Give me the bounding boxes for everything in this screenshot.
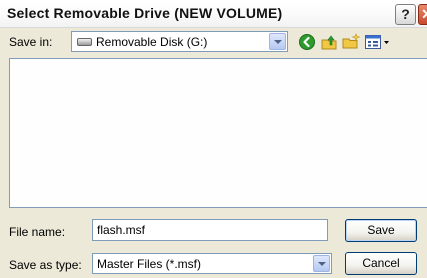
file-name-label: File name: [9,225,66,239]
back-icon[interactable] [298,33,316,51]
window-title: Select Removable Drive (NEW VOLUME) [7,5,283,21]
up-folder-icon[interactable] [320,33,338,51]
drive-icon [77,38,92,46]
save-in-label: Save in: [9,35,53,49]
help-button[interactable]: ? [395,4,416,25]
save-as-type-label: Save as type: [9,258,82,272]
save-in-dropdown[interactable]: Removable Disk (G:) [71,31,288,52]
new-folder-icon[interactable] [342,33,361,51]
chevron-down-icon[interactable] [313,255,330,272]
save-as-type-value: Master Files (*.msf) [97,257,202,271]
file-name-input[interactable] [92,219,328,241]
close-button[interactable]: ✕ [418,4,427,25]
save-as-type-dropdown[interactable]: Master Files (*.msf) [92,253,332,274]
file-list-pane[interactable] [9,58,427,208]
views-menu-icon[interactable] [364,33,392,51]
chevron-down-icon[interactable] [269,33,286,50]
save-in-value: Removable Disk (G:) [96,35,208,49]
save-dialog-window: Select Removable Drive (NEW VOLUME) ? ✕ … [0,0,427,278]
title-bar[interactable]: Select Removable Drive (NEW VOLUME) ? ✕ [0,0,427,28]
cancel-button[interactable]: Cancel [345,252,417,275]
save-button[interactable]: Save [345,219,417,242]
